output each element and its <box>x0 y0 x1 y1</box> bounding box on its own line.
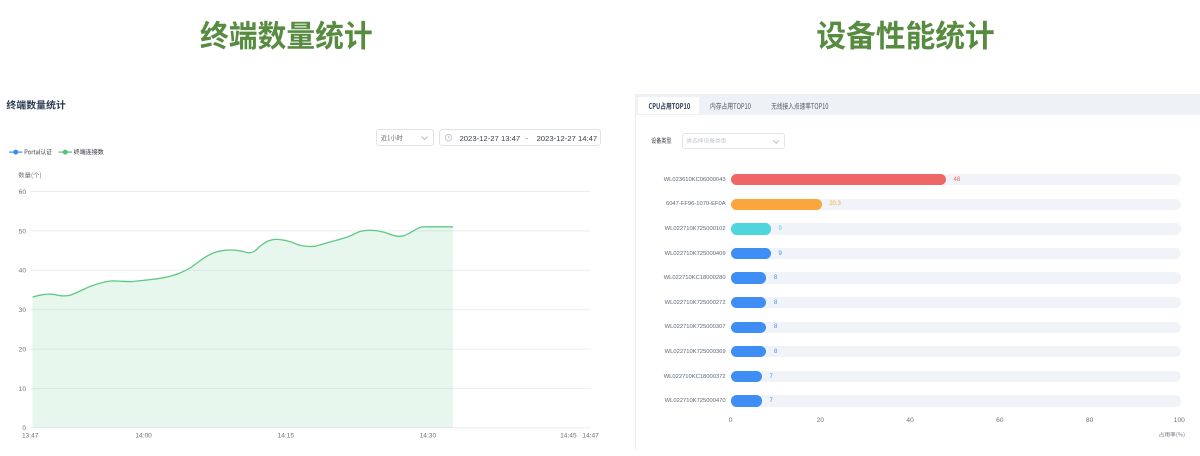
svg-text:40: 40 <box>19 268 27 275</box>
svg-text:20: 20 <box>19 347 27 354</box>
svg-text:0: 0 <box>22 425 26 432</box>
svg-text:50: 50 <box>19 228 27 235</box>
svg-text:10: 10 <box>19 386 27 393</box>
svg-text:14:47: 14:47 <box>582 433 599 440</box>
svg-text:14:30: 14:30 <box>420 433 437 440</box>
svg-text:13:47: 13:47 <box>22 433 39 440</box>
svg-text:14:15: 14:15 <box>278 433 295 440</box>
svg-text:60: 60 <box>19 189 27 196</box>
svg-text:14:00: 14:00 <box>135 433 152 440</box>
svg-text:30: 30 <box>19 307 27 314</box>
svg-text:14:45: 14:45 <box>560 433 577 440</box>
